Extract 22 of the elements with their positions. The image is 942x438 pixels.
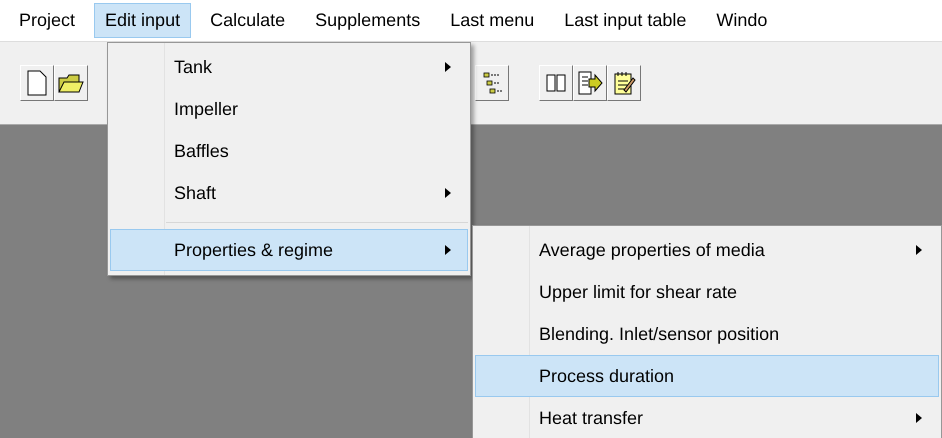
tree-icon[interactable] [475,65,509,101]
menu-item[interactable]: Shaft [110,172,468,214]
menu-item[interactable]: Last menu [439,3,546,38]
menu-item[interactable]: Supplements [304,3,432,38]
menu-item[interactable]: Properties & regime [110,229,468,271]
menu-item[interactable]: Calculate [199,3,296,38]
book-icon[interactable] [539,65,573,101]
menu-item[interactable]: Process duration [475,355,939,397]
menu-item[interactable]: Average properties of media [475,229,939,271]
folder-icon[interactable] [54,65,88,101]
menu-item[interactable]: Project [8,3,86,38]
menu-item[interactable]: Impeller [110,88,468,130]
menu-item[interactable]: Edit input [94,3,192,38]
menu-item[interactable]: Baffles [110,130,468,172]
menu-item[interactable]: Blending. Inlet/sensor position [475,313,939,355]
notepad-icon[interactable] [607,65,641,101]
menu-item[interactable]: Windo [705,3,778,38]
menu-item[interactable]: Upper limit for shear rate [475,271,939,313]
menu-item[interactable]: Tank [110,46,468,88]
new-file-icon[interactable] [20,65,54,101]
menu-item[interactable]: Heat transfer [475,397,939,438]
menu-item[interactable]: Last input table [553,3,698,38]
